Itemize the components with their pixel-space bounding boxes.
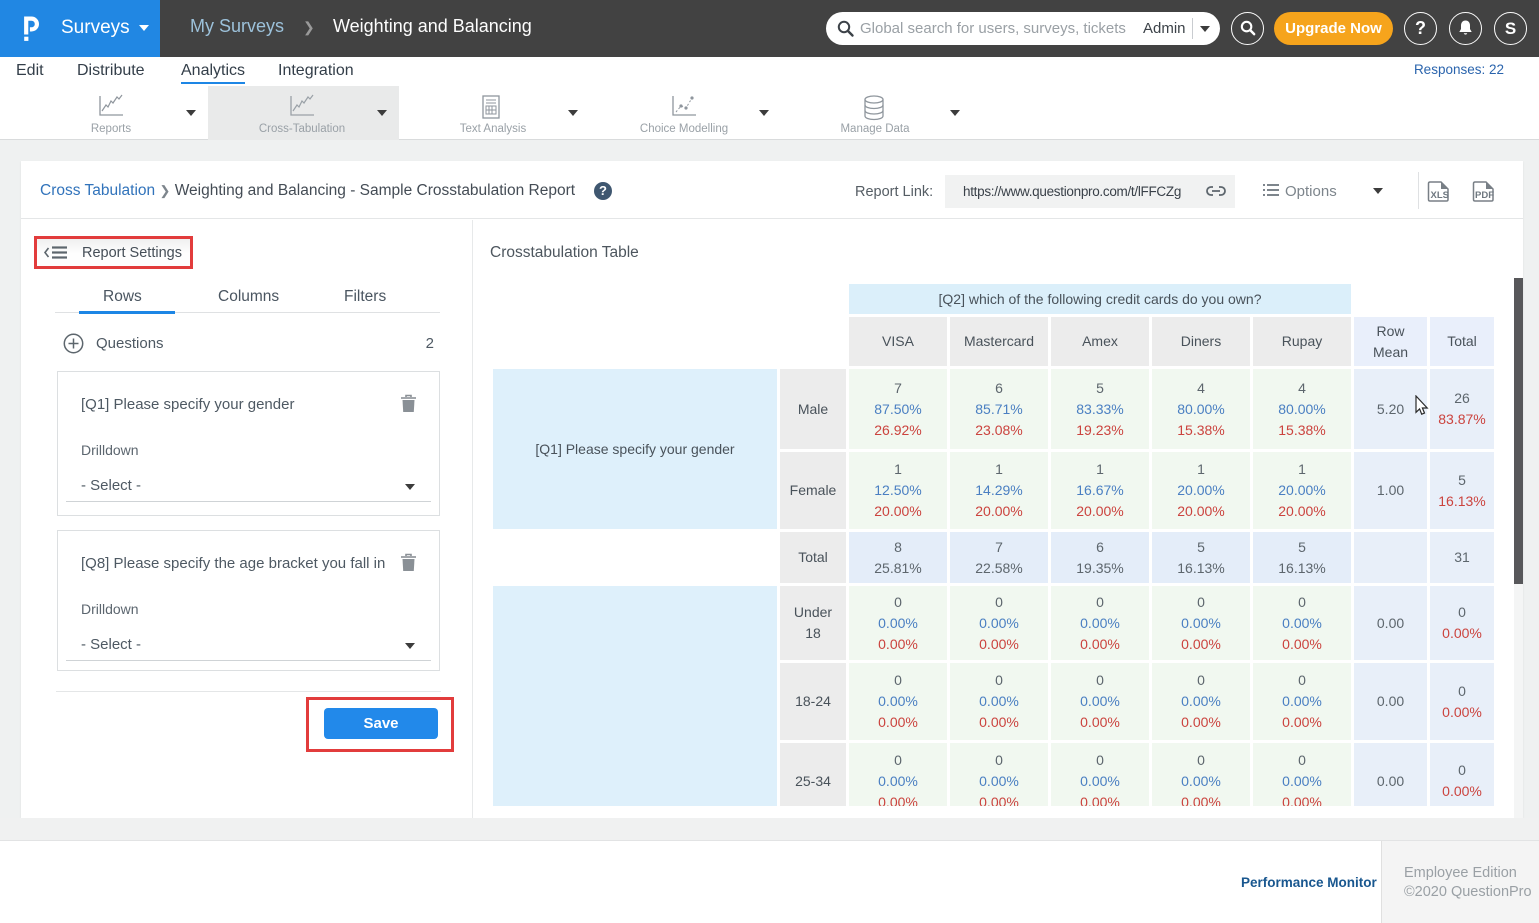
svg-text:XLS: XLS xyxy=(1431,190,1449,201)
svg-text:PDF: PDF xyxy=(1475,190,1494,201)
